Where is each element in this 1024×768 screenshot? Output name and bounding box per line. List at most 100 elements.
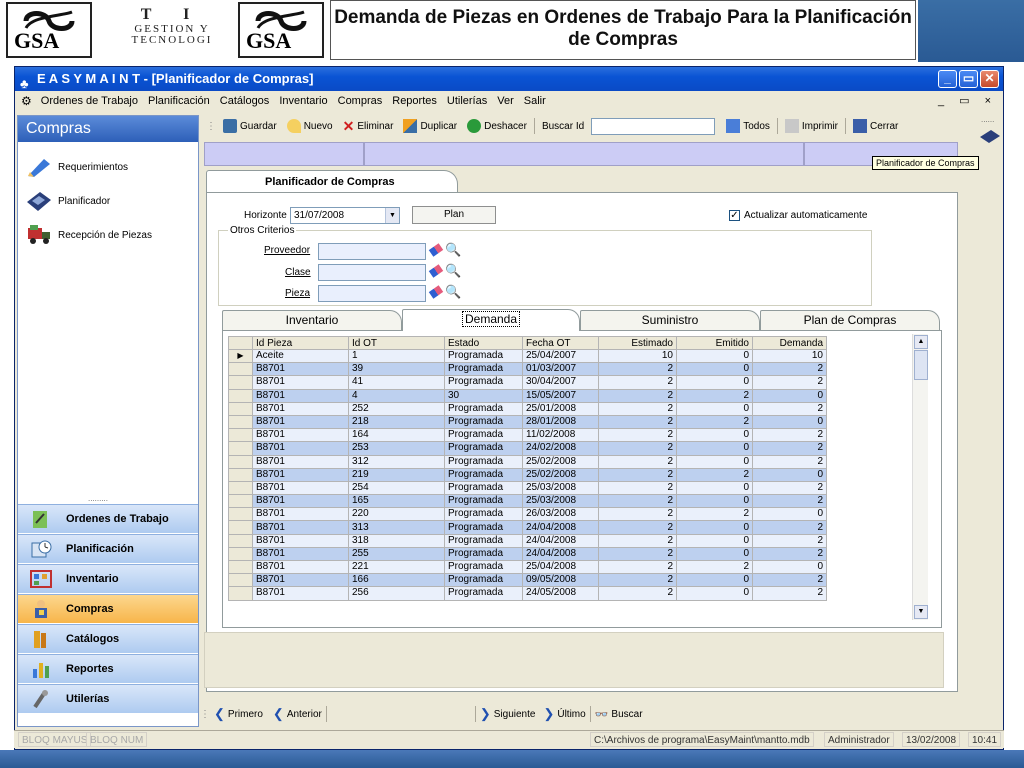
dock-grip[interactable]: ...... (977, 115, 1003, 124)
scroll-down-icon[interactable]: ▼ (914, 605, 928, 619)
table-cell[interactable]: Programada (444, 414, 523, 430)
tab-inventario[interactable]: Inventario (222, 310, 402, 330)
table-row[interactable]: ▶ Aceite 1 Programada 25/04/2007 10 0 10 (228, 348, 827, 364)
table-cell[interactable]: 0 (676, 428, 753, 443)
table-cell[interactable]: 0 (676, 586, 753, 601)
table-cell[interactable]: 2 (598, 454, 677, 469)
table-cell[interactable]: 0 (676, 362, 753, 377)
table-cell[interactable]: 2 (676, 467, 753, 482)
table-cell[interactable]: B8701 (252, 375, 349, 390)
table-cell[interactable]: 0 (752, 559, 827, 575)
row-selector[interactable] (228, 414, 253, 430)
nav-utilerias[interactable]: Utilerías (18, 684, 198, 713)
table-cell[interactable]: Programada (444, 441, 523, 456)
menu-compras[interactable]: Compras (337, 91, 384, 111)
table-cell[interactable]: 255 (348, 546, 445, 562)
table-cell[interactable]: 0 (676, 573, 753, 588)
table-cell[interactable]: 09/05/2008 (522, 573, 599, 588)
window-titlebar[interactable]: ♣ E A S Y M A I N T - [Planificador de C… (15, 67, 1003, 91)
menu-reportes[interactable]: Reportes (391, 91, 438, 111)
maximize-button[interactable]: ▭ (959, 70, 978, 88)
undo-button[interactable]: Deshacer (464, 119, 530, 133)
row-selector[interactable] (228, 507, 253, 522)
row-selector[interactable] (228, 546, 253, 562)
table-cell[interactable]: B8701 (252, 362, 349, 377)
row-selector[interactable] (228, 401, 253, 416)
row-selector[interactable] (228, 586, 253, 601)
table-cell[interactable]: 318 (348, 533, 445, 548)
nav-ordenes-trabajo[interactable]: Ordenes de Trabajo (18, 504, 198, 533)
row-selector[interactable] (228, 375, 253, 390)
scroll-thumb[interactable] (914, 350, 928, 380)
menu-ver[interactable]: Ver (496, 91, 515, 111)
table-cell[interactable]: 2 (752, 546, 827, 562)
table-cell[interactable]: 0 (676, 480, 753, 496)
table-cell[interactable]: 2 (752, 586, 827, 601)
search-icon[interactable]: 🔍 (445, 242, 461, 258)
save-button[interactable]: Guardar (220, 119, 280, 133)
table-cell[interactable]: 2 (598, 520, 677, 535)
nav-reportes[interactable]: Reportes (18, 654, 198, 683)
table-cell[interactable]: 2 (598, 388, 677, 403)
table-cell[interactable]: B8701 (252, 546, 349, 562)
table-cell[interactable]: 253 (348, 441, 445, 456)
mdi-controls[interactable]: _ ▭ × (938, 91, 997, 111)
table-cell[interactable]: B8701 (252, 454, 349, 469)
table-row[interactable]: B8701 252 Programada 25/01/2008 2 0 2 (228, 401, 827, 416)
chevron-down-icon[interactable]: ▼ (385, 208, 399, 223)
table-cell[interactable]: 2 (598, 507, 677, 522)
table-cell[interactable]: B8701 (252, 533, 349, 548)
current-row-arrow-icon[interactable]: ▶ (228, 348, 253, 364)
tab-demanda[interactable]: Demanda (402, 309, 580, 331)
table-cell[interactable]: 0 (676, 348, 753, 364)
row-selector[interactable] (228, 388, 253, 403)
table-cell[interactable]: Programada (444, 507, 523, 522)
table-cell[interactable]: B8701 (252, 520, 349, 535)
eraser-icon[interactable] (428, 264, 444, 278)
table-cell[interactable]: 2 (752, 375, 827, 390)
col-id-pieza[interactable]: Id Pieza (252, 336, 349, 350)
table-cell[interactable]: 01/03/2007 (522, 362, 599, 377)
table-cell[interactable]: 252 (348, 401, 445, 416)
table-cell[interactable]: 24/02/2008 (522, 441, 599, 456)
table-cell[interactable]: 30/04/2007 (522, 375, 599, 390)
table-cell[interactable]: 28/01/2008 (522, 414, 599, 430)
previous-record-button[interactable]: ❮ Anterior (273, 706, 322, 722)
tab-plan-compras[interactable]: Plan de Compras (760, 310, 940, 330)
col-emitido[interactable]: Emitido (676, 336, 753, 350)
table-cell[interactable]: 10 (752, 348, 827, 364)
table-cell[interactable]: Programada (444, 520, 523, 535)
table-row[interactable]: B8701 313 Programada 24/04/2008 2 0 2 (228, 520, 827, 535)
table-cell[interactable]: Programada (444, 533, 523, 548)
table-cell[interactable]: 39 (348, 362, 445, 377)
menu-catalogos[interactable]: Catálogos (219, 91, 271, 111)
table-row[interactable]: B8701 255 Programada 24/04/2008 2 0 2 (228, 546, 827, 562)
table-cell[interactable]: Programada (444, 428, 523, 443)
menu-ordenes[interactable]: Ordenes de Trabajo (40, 91, 139, 111)
table-cell[interactable]: 30 (444, 388, 523, 403)
demand-grid[interactable]: Id Pieza Id OT Estado Fecha OT Estimado … (228, 336, 928, 620)
table-cell[interactable]: 2 (752, 573, 827, 588)
horizon-date-select[interactable]: 31/07/2008 ▼ (290, 207, 400, 224)
table-cell[interactable]: 2 (676, 559, 753, 575)
auto-update-checkbox[interactable]: ✓ (729, 210, 740, 221)
table-cell[interactable]: B8701 (252, 388, 349, 403)
row-selector[interactable] (228, 467, 253, 482)
menu-utilerias[interactable]: Utilerías (446, 91, 488, 111)
table-row[interactable]: B8701 164 Programada 11/02/2008 2 0 2 (228, 428, 827, 443)
calculator-icon[interactable] (979, 128, 1001, 144)
table-cell[interactable]: 2 (752, 362, 827, 377)
eraser-icon[interactable] (428, 243, 444, 257)
nav-grip[interactable]: ⋮ (200, 709, 210, 720)
table-cell[interactable]: 25/02/2008 (522, 467, 599, 482)
row-selector[interactable] (228, 494, 253, 509)
minimize-button[interactable]: _ (938, 70, 957, 88)
table-row[interactable]: B8701 218 Programada 28/01/2008 2 2 0 (228, 414, 827, 430)
table-cell[interactable]: 2 (598, 362, 677, 377)
table-cell[interactable]: 2 (598, 546, 677, 562)
search-icon[interactable]: 🔍 (445, 284, 461, 300)
table-row[interactable]: B8701 41 Programada 30/04/2007 2 0 2 (228, 375, 827, 390)
table-row[interactable]: B8701 253 Programada 24/02/2008 2 0 2 (228, 441, 827, 456)
table-cell[interactable]: Programada (444, 348, 523, 364)
table-cell[interactable]: B8701 (252, 414, 349, 430)
